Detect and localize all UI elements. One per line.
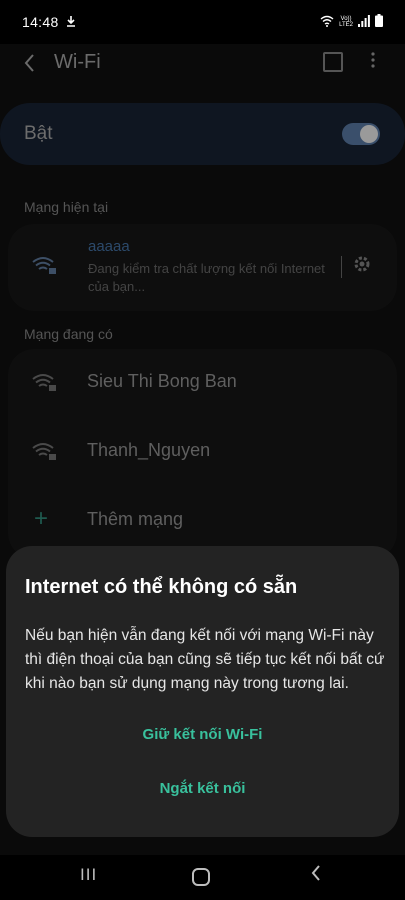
- plus-icon: +: [34, 505, 49, 532]
- navigation-bar: III: [0, 855, 405, 900]
- dialog-body: Nếu bạn hiện vẫn đang kết nối với mạng W…: [25, 627, 385, 692]
- home-button[interactable]: [192, 868, 210, 886]
- add-network-item[interactable]: + Thêm mạng: [8, 487, 397, 555]
- network-name: Thanh_Nguyen: [87, 440, 211, 460]
- nav-back-button[interactable]: [310, 862, 322, 890]
- dialog-title: Internet có thể không có sẵn: [25, 576, 298, 598]
- app-bar: Wi-Fi: [0, 44, 405, 84]
- status-bar: 14:48 Vo)) LTE2: [0, 0, 405, 44]
- page-title: Wi-Fi: [54, 51, 101, 73]
- volte-indicator: Vo)) LTE2: [339, 16, 353, 28]
- internet-unavailable-dialog: Internet có thể không có sẵn Nếu bạn hiệ…: [6, 546, 399, 837]
- wifi-lock-icon: [32, 256, 58, 276]
- current-ssid: aaaaa: [88, 238, 130, 255]
- gear-icon[interactable]: [352, 254, 372, 280]
- more-vert-icon[interactable]: [370, 50, 376, 74]
- wifi-status-icon: [320, 15, 334, 30]
- qr-scan-icon[interactable]: [323, 52, 343, 72]
- add-network-label: Thêm mạng: [87, 509, 184, 529]
- download-icon: [65, 15, 77, 30]
- network-item[interactable]: Thanh_Nguyen: [8, 418, 397, 486]
- wifi-lock-icon: [32, 373, 58, 393]
- network-name: Sieu Thi Bong Ban: [87, 371, 237, 391]
- wifi-lock-icon: [32, 442, 58, 462]
- recent-apps-button[interactable]: III: [80, 865, 97, 885]
- vertical-divider: [341, 256, 342, 278]
- wifi-toggle-card[interactable]: Bật: [0, 103, 405, 247]
- status-icons: Vo)) LTE2: [320, 14, 383, 30]
- keep-wifi-button[interactable]: Giữ kết nối Wi-Fi: [6, 726, 399, 743]
- switch-knob: [360, 125, 378, 143]
- current-network-status: Đang kiểm tra chất lượng kết nối Interne…: [88, 261, 325, 294]
- volte-bottom-text: LTE2: [339, 22, 353, 28]
- status-time: 14:48: [22, 14, 59, 30]
- available-networks-header: Mạng đang có: [24, 326, 113, 342]
- battery-icon: [375, 14, 383, 30]
- network-item[interactable]: Sieu Thi Bong Ban: [8, 349, 397, 417]
- current-network-card[interactable]: aaaaa Đang kiểm tra chất lượng kết nối I…: [8, 224, 397, 311]
- signal-icon: [358, 14, 370, 30]
- available-networks-card: Sieu Thi Bong Ban Thanh_Nguyen + Thêm mạ…: [8, 349, 397, 559]
- disconnect-button[interactable]: Ngắt kết nối: [6, 780, 399, 797]
- toggle-label: Bật: [24, 123, 53, 144]
- back-arrow-icon[interactable]: [22, 52, 36, 80]
- current-network-header: Mạng hiện tại: [24, 199, 109, 215]
- wifi-switch[interactable]: [342, 123, 380, 145]
